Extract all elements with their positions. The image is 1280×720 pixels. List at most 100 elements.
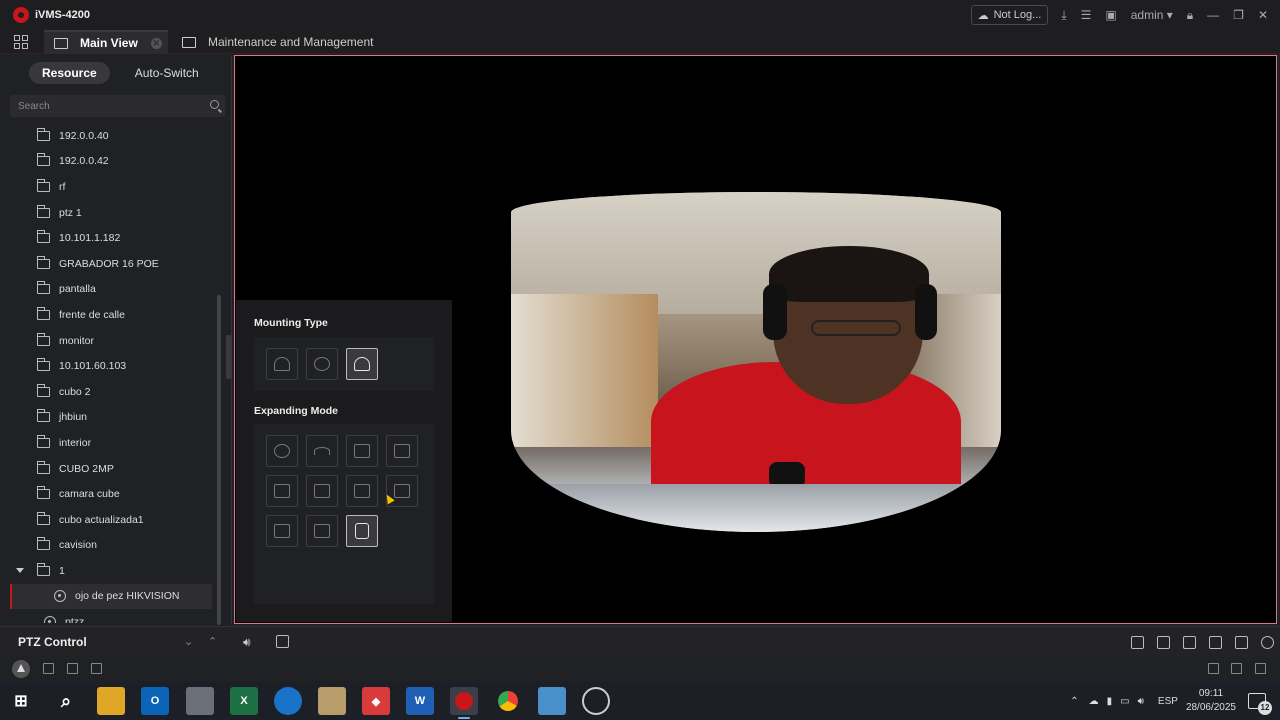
network-tool-icon[interactable]: [582, 687, 610, 715]
expand-arrow-icon[interactable]: [16, 568, 24, 574]
anydesk-icon[interactable]: ◆: [362, 687, 390, 715]
windows-start-icon[interactable]: ⊞: [7, 687, 35, 715]
search-icon[interactable]: [210, 100, 219, 109]
audio-icon[interactable]: 🔊︎: [243, 635, 251, 650]
tree-item[interactable]: 10.101.60.103: [0, 353, 224, 379]
edge-icon[interactable]: [274, 687, 302, 715]
resource-sidebar: Resource Auto-Switch 192.0.0.40 192.0.0.…: [0, 55, 232, 625]
network-icon[interactable]: ▭: [1120, 696, 1129, 707]
download-icon[interactable]: ⤓: [1054, 0, 1073, 30]
layout-icon[interactable]: [1157, 635, 1170, 649]
image-icon[interactable]: ▣: [1098, 0, 1123, 30]
tree-scrollbar[interactable]: [217, 295, 221, 625]
fullscreen-icon[interactable]: [1209, 635, 1222, 649]
tree-item[interactable]: 192.0.0.40: [0, 123, 224, 149]
notifications-icon[interactable]: 12: [1248, 693, 1272, 715]
tree-item-label: 1: [59, 564, 65, 577]
tree-item[interactable]: GRABADOR 16 POE: [0, 251, 224, 277]
tab-main-view[interactable]: Main View ✕: [44, 30, 168, 54]
tree-item[interactable]: cubo 2: [0, 379, 224, 405]
4ptz-button[interactable]: [346, 475, 378, 507]
expand-up-icon[interactable]: [1255, 663, 1266, 674]
tab-maintenance[interactable]: Maintenance and Management: [178, 30, 373, 54]
onedrive-icon[interactable]: ☁: [1089, 696, 1099, 707]
search-input[interactable]: [10, 100, 200, 112]
record-icon[interactable]: [276, 635, 289, 648]
cloud-login-button[interactable]: ☁ Not Log...: [970, 5, 1049, 25]
tree-item[interactable]: CUBO 2MP: [0, 456, 224, 482]
chevron-up-icon[interactable]: ⌃: [208, 635, 217, 648]
tree-item[interactable]: jhbiun: [0, 405, 224, 431]
gear-icon[interactable]: [1261, 635, 1274, 649]
user-menu[interactable]: admin ▾: [1124, 0, 1180, 30]
file-explorer-icon[interactable]: [97, 687, 125, 715]
tree-item-camera-selected[interactable]: ojo de pez HIKVISION: [10, 583, 212, 610]
tab-resource[interactable]: Resource: [29, 62, 110, 84]
mute-icon[interactable]: [91, 663, 102, 674]
clock[interactable]: 09:11 28/06/2025: [1186, 687, 1236, 715]
ptz-expand-button[interactable]: [386, 435, 418, 467]
close-all-icon[interactable]: [1183, 635, 1196, 649]
module-grid-icon[interactable]: [14, 35, 28, 49]
language-indicator[interactable]: ESP: [1158, 696, 1178, 707]
chrome-icon[interactable]: [494, 687, 522, 715]
tree-item[interactable]: rf: [0, 174, 224, 200]
tab-close-icon[interactable]: ✕: [150, 37, 162, 49]
tree-item[interactable]: ptzz: [0, 609, 224, 623]
tree-item[interactable]: pantalla: [0, 277, 224, 303]
ivms-taskbar-icon[interactable]: [450, 687, 478, 719]
cylinder-mode-button[interactable]: [346, 515, 378, 547]
sidebar-collapse-handle[interactable]: [226, 335, 232, 379]
desktop-mount-button[interactable]: [346, 348, 378, 380]
tree-item-label: ptz 1: [59, 206, 82, 219]
calculator-icon[interactable]: [186, 687, 214, 715]
restore-icon[interactable]: ❐: [1226, 0, 1251, 30]
task-list-icon[interactable]: ☰: [1074, 0, 1099, 30]
2p-ptz-button[interactable]: [306, 475, 338, 507]
playback-icon[interactable]: [1235, 635, 1248, 649]
excel-icon[interactable]: X: [230, 687, 258, 715]
photos-icon[interactable]: [318, 687, 346, 715]
volume-icon[interactable]: 🔊︎: [1138, 696, 1144, 707]
tree-item[interactable]: cubo actualizada1: [0, 507, 224, 533]
tree-item[interactable]: cavision: [0, 533, 224, 559]
chevron-down-icon[interactable]: ⌄: [184, 635, 193, 648]
tree-item-expanded[interactable]: 1: [0, 558, 224, 584]
tree-item[interactable]: interior: [0, 430, 224, 456]
chevron-up-icon[interactable]: ⌃: [1070, 696, 1078, 707]
tree-item[interactable]: ptz 1: [0, 200, 224, 226]
outlook-icon[interactable]: O: [141, 687, 169, 715]
tree-item[interactable]: monitor: [0, 328, 224, 354]
image-icon[interactable]: [67, 663, 78, 674]
tree-item[interactable]: 10.101.1.182: [0, 225, 224, 251]
ceiling-mount-button[interactable]: [306, 348, 338, 380]
minimize-icon[interactable]: —: [1200, 0, 1226, 30]
tree-item[interactable]: 192.0.0.42: [0, 149, 224, 175]
tab-auto-switch[interactable]: Auto-Switch: [122, 62, 212, 84]
1p-8ptz-button[interactable]: [306, 515, 338, 547]
tree-item-label: monitor: [59, 334, 95, 347]
panorama-180-icon: [314, 447, 330, 455]
app-icon[interactable]: [538, 687, 566, 715]
panorama-360-button[interactable]: [346, 435, 378, 467]
delete-icon[interactable]: [43, 663, 54, 674]
tree-item[interactable]: frente de calle: [0, 302, 224, 328]
1p-6ptz-button[interactable]: [266, 515, 298, 547]
wall-mount-button[interactable]: [266, 348, 298, 380]
close-icon[interactable]: ✕: [1251, 0, 1280, 30]
fisheye-mode-button[interactable]: [266, 435, 298, 467]
flag-icon[interactable]: [1131, 635, 1144, 649]
search-icon[interactable]: ⌕: [52, 687, 80, 715]
tree-item[interactable]: camara cube: [0, 481, 224, 507]
desktop-mount-icon: [354, 357, 370, 371]
1p-3ptz-button[interactable]: [266, 475, 298, 507]
alarm-icon[interactable]: [12, 660, 30, 678]
window-icon[interactable]: [1231, 663, 1242, 674]
word-icon[interactable]: W: [406, 687, 434, 715]
usb-icon[interactable]: ▮: [1107, 696, 1113, 707]
scene-person-hair: [769, 246, 929, 302]
lock-icon[interactable]: 🔒︎: [1180, 0, 1200, 30]
panorama-180-button[interactable]: [306, 435, 338, 467]
pin-icon[interactable]: [1208, 663, 1219, 674]
hikvision-logo-icon: [13, 7, 29, 23]
